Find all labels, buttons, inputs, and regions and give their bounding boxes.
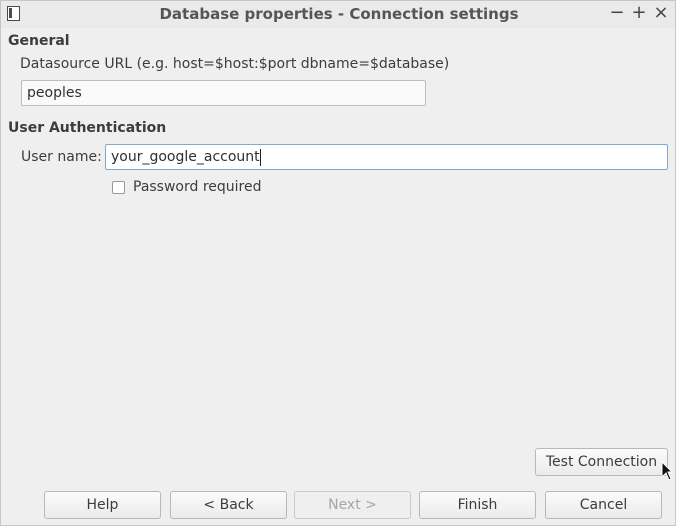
- title-bar: Database properties - Connection setting…: [1, 1, 675, 28]
- datasource-url-value: peoples: [27, 85, 82, 101]
- finish-button[interactable]: Finish: [419, 491, 536, 519]
- user-name-label: User name:: [21, 149, 102, 165]
- password-required-label[interactable]: Password required: [133, 179, 262, 195]
- window-title: Database properties - Connection setting…: [159, 5, 519, 23]
- text-caret: [259, 148, 261, 166]
- test-connection-button[interactable]: Test Connection: [535, 448, 668, 476]
- general-heading: General: [8, 33, 70, 49]
- maximize-button[interactable]: +: [629, 3, 649, 23]
- minimize-button[interactable]: −: [607, 3, 627, 23]
- dialog-window: Database properties - Connection setting…: [0, 0, 676, 526]
- user-name-value: your_google_account: [111, 149, 260, 165]
- user-authentication-heading: User Authentication: [8, 120, 167, 136]
- datasource-url-input[interactable]: peoples: [21, 80, 426, 106]
- next-button: Next >: [294, 491, 411, 519]
- back-button[interactable]: < Back: [170, 491, 287, 519]
- user-name-input[interactable]: your_google_account: [105, 144, 668, 170]
- mouse-pointer-icon: [661, 461, 673, 481]
- cancel-button[interactable]: Cancel: [545, 491, 662, 519]
- password-required-checkbox[interactable]: [112, 181, 125, 194]
- help-button[interactable]: Help: [44, 491, 161, 519]
- close-button[interactable]: ×: [651, 3, 671, 23]
- datasource-url-label: Datasource URL (e.g. host=$host:$port db…: [20, 56, 450, 72]
